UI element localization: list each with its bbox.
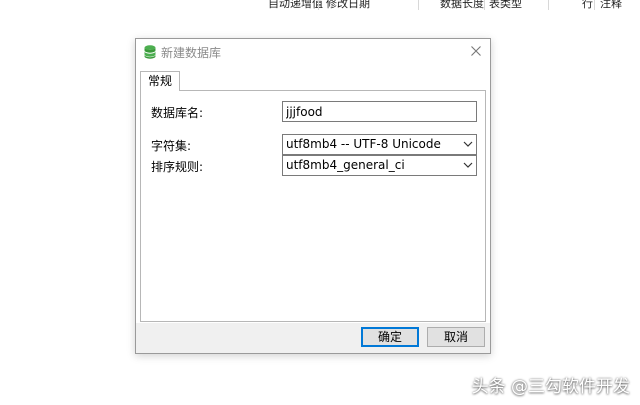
column-separator [594,0,595,10]
dialog-titlebar[interactable]: 新建数据库 [136,39,490,64]
tab-general[interactable]: 常规 [140,71,180,91]
column-table-type: 表类型 [489,0,522,10]
background-table-header: 自动递增值 修改日期 数据长度 表类型 行 注释 [0,0,640,10]
dialog-footer: 确定 取消 [136,323,490,353]
charset-value: utf8mb4 -- UTF-8 Unicode [286,137,441,151]
column-auto-increment: 自动递增值 [268,0,323,10]
column-separator [418,0,419,10]
database-name-input[interactable] [282,101,477,122]
collation-label: 排序规则: [151,160,204,174]
column-comment: 注释 [600,0,622,10]
watermark: 头条 @三勾软件开发 [471,377,630,397]
column-separator [484,0,485,10]
collation-value: utf8mb4_general_ci [286,158,405,172]
column-rows: 行 [582,0,593,10]
cancel-button[interactable]: 取消 [427,327,485,347]
new-database-dialog: 新建数据库 常规 数据库名: 字符集: utf8mb4 -- UTF-8 Uni… [135,38,491,354]
collation-select[interactable]: utf8mb4_general_ci [282,155,477,176]
ok-button[interactable]: 确定 [361,327,419,347]
close-button[interactable] [467,42,485,60]
charset-label: 字符集: [151,139,192,153]
column-data-length: 数据长度 [440,0,484,10]
database-icon [144,45,156,59]
column-separator [548,0,549,10]
column-modified-date: 修改日期 [326,0,370,10]
chevron-down-icon [463,162,473,168]
column-separator [318,0,319,10]
charset-select[interactable]: utf8mb4 -- UTF-8 Unicode [282,134,477,155]
database-name-label: 数据库名: [151,106,204,120]
dialog-title: 新建数据库 [161,46,222,60]
close-icon [471,46,481,56]
general-panel: 数据库名: 字符集: utf8mb4 -- UTF-8 Unicode 排序规则… [140,90,486,322]
chevron-down-icon [463,141,473,147]
